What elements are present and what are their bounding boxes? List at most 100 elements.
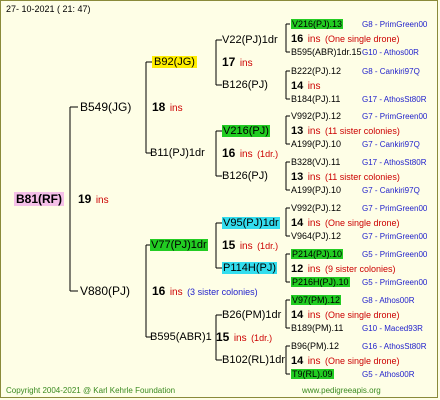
- gen4-6-top-queen[interactable]: P214(PJ).10: [291, 247, 344, 261]
- gen4-4-gen-number: 13: [291, 171, 304, 183]
- gen4-5-bottom-queen[interactable]: V964(PJ).12: [291, 229, 341, 243]
- gen4-6-inbreeding: ins: [307, 264, 321, 275]
- gen2-generation-4: 15 ins (1dr.): [216, 330, 272, 346]
- gen4-8-bottom-breeder: G5 - Athos00R: [362, 370, 415, 379]
- gen4-5-top-name: V992(PJ).12: [291, 203, 342, 213]
- gen2-queen-3-name: V77(PJ)1dr: [150, 239, 208, 251]
- gen4-6-bottom-name: P216H(PJ).10: [291, 277, 350, 287]
- gen1-bottom-queen[interactable]: V880(PJ): [80, 284, 130, 298]
- gen2-2-inbreeding: ins: [239, 149, 253, 160]
- gen4-5-top-queen[interactable]: V992(PJ).12: [291, 201, 341, 215]
- gen4-1-note: (One single drone): [324, 34, 400, 44]
- gen2-3-note: (1dr.): [257, 241, 279, 251]
- gen3-queen-3[interactable]: V216(PJ): [222, 124, 270, 138]
- gen4-7-bottom-queen[interactable]: B189(PM).11: [291, 321, 343, 335]
- gen1-top-queen[interactable]: B549(JG): [80, 100, 131, 114]
- gen4-6-gen-number: 12: [291, 263, 304, 275]
- gen4-8-top-queen[interactable]: B96(PM).12: [291, 339, 339, 353]
- gen4-8-note: (One single drone): [324, 356, 400, 366]
- gen4-4-top-name: B328(VJ).11: [291, 157, 341, 167]
- gen4-2-inbreeding: ins: [307, 81, 321, 92]
- gen2-queen-1-name: B92(JG): [152, 56, 197, 68]
- gen4-3-top-breeder: G7 - PrimGreen00: [362, 112, 428, 121]
- gen2-4-note: (1dr.): [251, 333, 273, 343]
- gen4-7-top-queen[interactable]: V97(PM).12: [291, 293, 342, 307]
- gen1-top-generation: 18 ins: [152, 100, 183, 116]
- gen3-queen-1[interactable]: V22(PJ)1dr: [222, 33, 278, 47]
- gen4-4-note: (11 sister colonies): [324, 172, 400, 182]
- gen2-queen-2[interactable]: B11(PJ)1dr: [150, 146, 205, 160]
- gen3-queen-6-name: P114H(PJ): [222, 262, 277, 274]
- gen4-6-top-name: P214(PJ).10: [291, 249, 344, 259]
- gen4-4-inbreeding: ins: [307, 172, 321, 183]
- gen2-queen-4[interactable]: B595(ABR)1: [150, 330, 212, 344]
- gen2-generation-2: 16 ins (1dr.): [222, 146, 278, 162]
- gen4-1-bottom-queen[interactable]: B595(ABR)1dr.15: [291, 45, 362, 59]
- copyright-text: Copyright 2004-2021 @ Karl Kehrle Founda…: [6, 386, 176, 395]
- gen4-3-note: (11 sister colonies): [324, 126, 400, 136]
- gen4-1-inbreeding: ins: [307, 34, 321, 45]
- gen4-8-bottom-queen[interactable]: T9(RL).09: [291, 367, 334, 381]
- gen4-2-gen-number: 14: [291, 80, 304, 92]
- root-queen[interactable]: B81(RF): [14, 192, 65, 206]
- gen4-5-gen-number: 14: [291, 217, 304, 229]
- gen4-3-top-name: V992(PJ).12: [291, 111, 342, 121]
- gen4-2-bottom-breeder: G17 - AthosSt80R: [362, 95, 427, 104]
- gen4-7-bottom-breeder: G10 - Maced93R: [362, 324, 423, 333]
- gen4-5-bottom-name: V964(PJ).12: [291, 231, 342, 241]
- gen2-4-inbreeding: ins: [233, 333, 247, 344]
- gen4-2-bottom-name: B184(PJ).11: [291, 94, 341, 104]
- gen4-2-top-name: B222(PJ).12: [291, 66, 342, 76]
- gen1-top-gen-number: 18: [152, 100, 166, 114]
- gen3-queen-6[interactable]: P114H(PJ): [222, 261, 277, 275]
- gen3-queen-5[interactable]: V95(PJ)1dr: [222, 216, 280, 230]
- gen4-6-bottom-queen[interactable]: P216H(PJ).10: [291, 275, 350, 289]
- gen4-7-note: (One single drone): [324, 310, 400, 320]
- gen4-8-top-breeder: G16 - AthosSt80R: [362, 342, 427, 351]
- gen4-3-bottom-breeder: G7 - Cankiri97Q: [362, 140, 420, 149]
- gen2-generation-1: 17 ins: [222, 55, 253, 71]
- gen2-queen-3[interactable]: V77(PJ)1dr: [150, 238, 208, 252]
- gen4-4-bottom-name: A199(PJ).10: [291, 185, 342, 195]
- gen1-bottom-inbreeding: ins: [169, 287, 183, 298]
- gen2-generation-3: 15 ins (1dr.): [222, 238, 278, 254]
- gen4-5-top-breeder: G7 - PrimGreen00: [362, 204, 428, 213]
- gen4-2-top-queen[interactable]: B222(PJ).12: [291, 64, 341, 78]
- gen1-top-inbreeding: ins: [169, 103, 183, 114]
- gen1-bottom-generation: 16 ins (3 sister colonies): [152, 284, 258, 300]
- gen1-bottom-note: (3 sister colonies): [187, 287, 258, 297]
- gen4-3-gen-number: 13: [291, 125, 304, 137]
- gen4-5-bottom-breeder: G7 - PrimGreen00: [362, 232, 428, 241]
- gen4-1-top-queen[interactable]: V216(PJ).13: [291, 17, 344, 31]
- root-queen-name: B81(RF): [14, 192, 65, 206]
- root-generation: 19 ins: [78, 192, 109, 208]
- gen4-4-bottom-queen[interactable]: A199(PJ).10: [291, 183, 341, 197]
- gen2-2-gen-number: 16: [222, 146, 236, 160]
- gen2-3-gen-number: 15: [222, 238, 236, 252]
- gen2-1-inbreeding: ins: [239, 58, 253, 69]
- gen4-8-gen-number: 14: [291, 355, 304, 367]
- gen3-queen-7[interactable]: B26(PM)1dr: [222, 308, 281, 322]
- gen3-queen-2[interactable]: B126(PJ): [222, 78, 268, 92]
- gen3-queen-8[interactable]: B102(RL)1dr: [222, 353, 285, 367]
- report-date: 27- 10-2021 ( 21: 47): [6, 4, 91, 14]
- gen4-4-top-queen[interactable]: B328(VJ).11: [291, 155, 340, 169]
- gen4-7-top-name: V97(PM).12: [291, 295, 342, 305]
- root-inbreeding: ins: [95, 195, 109, 206]
- gen4-1-bottom-name: B595(ABR)1dr.15: [291, 47, 362, 57]
- gen4-6-note: (9 sister colonies): [324, 264, 396, 274]
- gen4-4-top-breeder: G17 - AthosSt80R: [362, 158, 427, 167]
- gen4-7-inbreeding: ins: [307, 310, 321, 321]
- gen2-queen-1[interactable]: B92(JG): [152, 55, 197, 69]
- gen4-7-bottom-name: B189(PM).11: [291, 323, 344, 333]
- gen4-3-top-queen[interactable]: V992(PJ).12: [291, 109, 341, 123]
- gen4-2-bottom-queen[interactable]: B184(PJ).11: [291, 92, 340, 106]
- gen4-3-bottom-queen[interactable]: A199(PJ).10: [291, 137, 341, 151]
- gen4-1-gen-number: 16: [291, 33, 304, 45]
- gen4-5-inbreeding: ins: [307, 218, 321, 229]
- site-link[interactable]: www.pedigreeapis.org: [302, 386, 381, 395]
- gen3-queen-4[interactable]: B126(PJ): [222, 169, 268, 183]
- gen4-1-top-breeder: G8 - PrimGreen00: [362, 20, 428, 29]
- gen4-3-bottom-name: A199(PJ).10: [291, 139, 342, 149]
- gen3-queen-5-name: V95(PJ)1dr: [222, 217, 280, 229]
